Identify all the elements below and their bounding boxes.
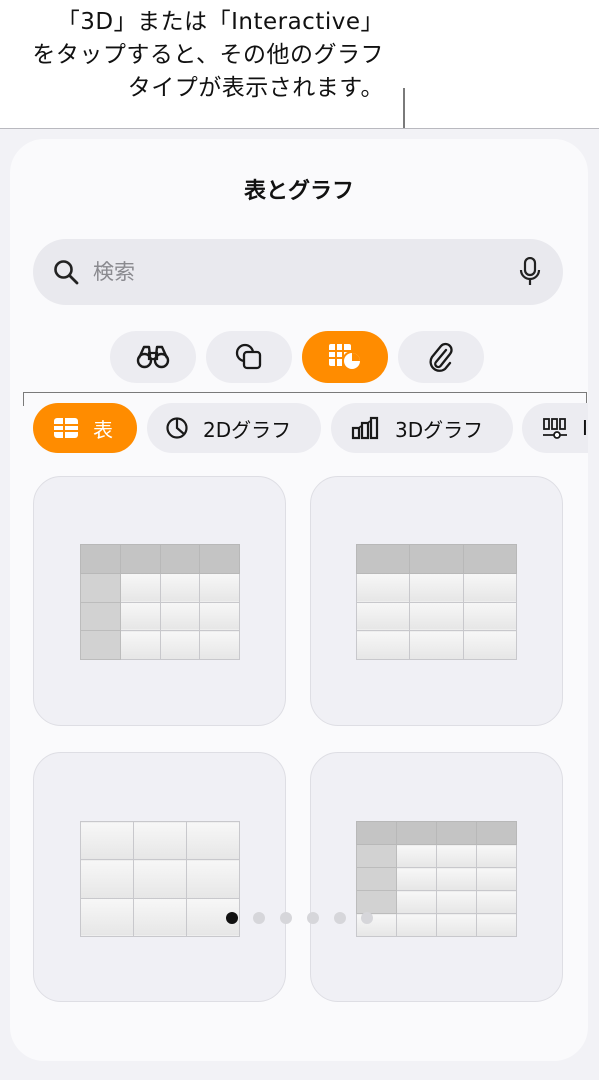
- microphone-icon[interactable]: [519, 257, 541, 287]
- chip-table-label: 表: [93, 417, 113, 442]
- callout-line-2: をタップすると、その他のグラフ: [32, 42, 384, 68]
- search-bar[interactable]: [33, 239, 563, 305]
- page-dot[interactable]: [334, 912, 346, 924]
- callout-line-3: タイプが表示されます。: [127, 75, 384, 101]
- category-tables-charts-button[interactable]: [302, 331, 388, 383]
- category-attachment-button[interactable]: [398, 331, 484, 383]
- table-chart-icon: [329, 344, 362, 371]
- binoculars-icon: [136, 345, 170, 369]
- chip-interactive-label: I: [582, 416, 588, 440]
- page-dot[interactable]: [253, 912, 265, 924]
- chip-3d-label: 3Dグラフ: [395, 417, 484, 442]
- page-indicator[interactable]: [0, 912, 599, 924]
- device-screen: 表とグラフ 検索 表 2Dグラフ 3Dグラフ I: [0, 128, 599, 1080]
- chart-type-chips: 表 2Dグラフ 3Dグラフ I: [10, 403, 588, 457]
- chip-3d-chart[interactable]: 3Dグラフ: [331, 403, 513, 453]
- chip-table[interactable]: 表: [33, 403, 137, 453]
- table-template-card[interactable]: [33, 752, 286, 1002]
- bar-chart-3d-icon: [351, 416, 379, 440]
- table-preview: [80, 544, 240, 660]
- page-dot[interactable]: [307, 912, 319, 924]
- category-media-button[interactable]: [110, 331, 196, 383]
- page-dot[interactable]: [226, 912, 238, 924]
- callout-text: 「3D」または「Interactive」 をタップすると、その他のグラフ タイプ…: [0, 6, 384, 105]
- chip-2d-chart[interactable]: 2Dグラフ: [147, 403, 321, 453]
- pie-chart-icon: [166, 417, 188, 439]
- category-shapes-button[interactable]: [206, 331, 292, 383]
- table-template-card[interactable]: [33, 476, 286, 726]
- table-template-card[interactable]: [310, 476, 563, 726]
- page-dot[interactable]: [361, 912, 373, 924]
- page-dot[interactable]: [280, 912, 292, 924]
- search-input[interactable]: [93, 253, 493, 291]
- search-icon: [54, 260, 79, 285]
- table-template-card[interactable]: [310, 752, 563, 1002]
- chip-2d-label: 2Dグラフ: [203, 417, 292, 442]
- shapes-icon: [235, 343, 262, 370]
- table-preview: [355, 544, 518, 660]
- paperclip-icon: [429, 342, 453, 372]
- slider-chart-icon: [543, 418, 567, 439]
- chip-interactive-chart[interactable]: I: [522, 403, 588, 453]
- table-icon: [54, 418, 78, 438]
- callout-line-1: 「3D」または「Interactive」: [56, 9, 384, 35]
- sheet-title: 表とグラフ: [243, 179, 354, 204]
